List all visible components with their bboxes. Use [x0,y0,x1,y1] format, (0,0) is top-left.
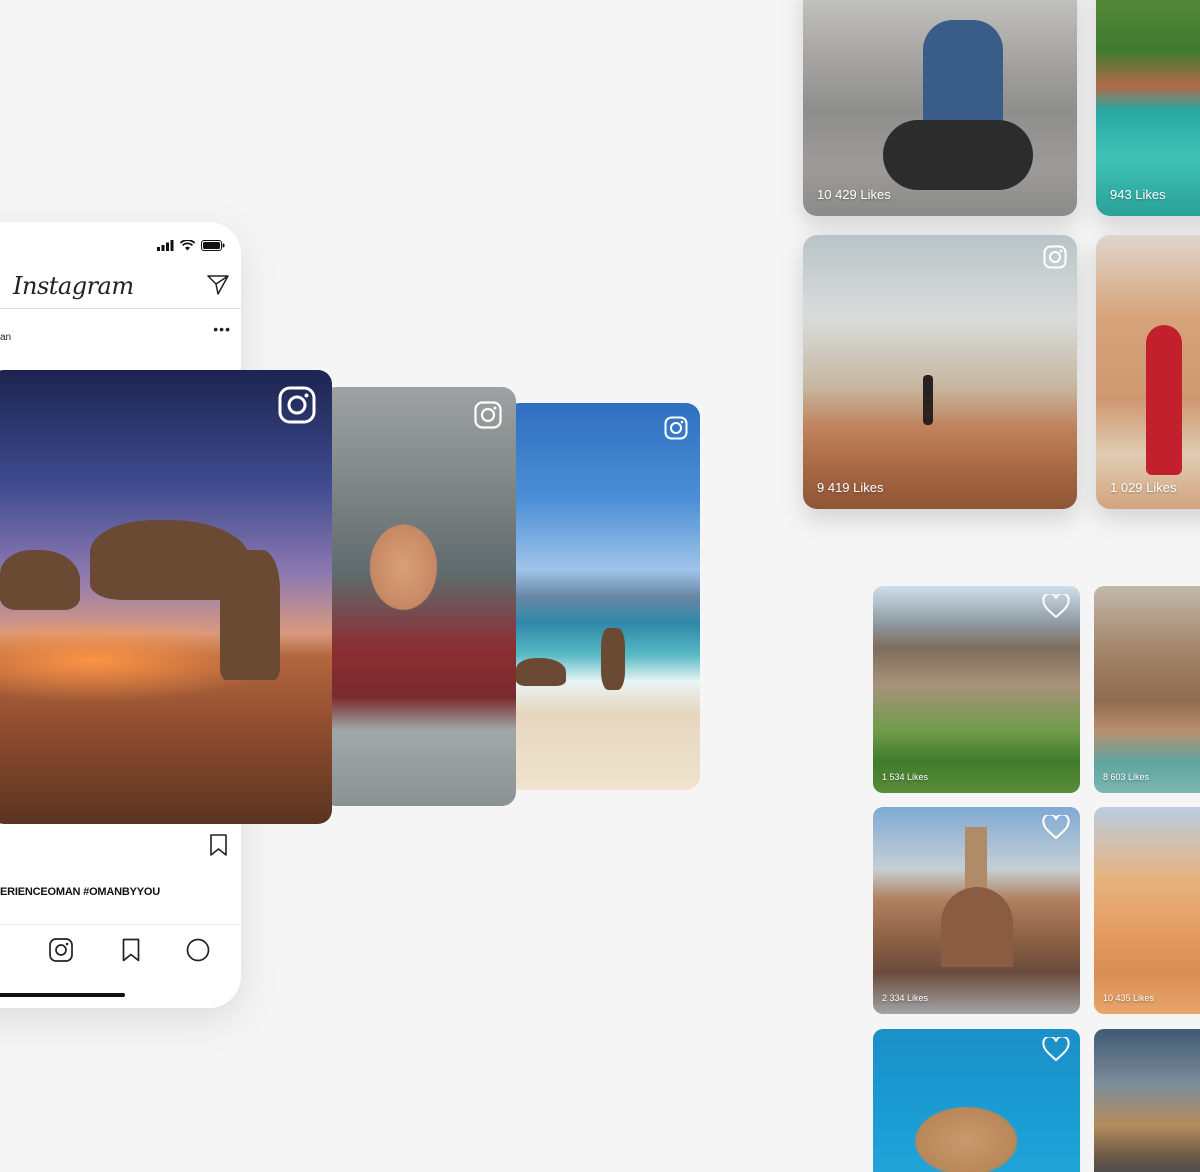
likes-count: 10 429 Likes [817,187,891,202]
camel-neck [220,550,280,680]
tile-canyon[interactable]: 8 603 Likes [1094,586,1200,793]
likes-count: 2 334 Likes [882,993,929,1003]
likes-count: 10 435 Likes [1103,993,1155,1003]
photo-camels-desert[interactable] [0,370,332,824]
tile-mosque[interactable]: 2 334 Likes [873,807,1080,1014]
likes-count: 8 603 Likes [1103,772,1150,782]
instagram-badge-icon [1043,245,1067,269]
tile-pool[interactable]: 943 Likes [1096,0,1200,216]
post-caption: ERIENCEOMAN #OMANBYYOU [0,886,161,898]
tile-coast[interactable] [1094,1029,1200,1172]
tile-dune-walker[interactable]: 9 419 Likes [803,235,1077,509]
tile-mountain-village[interactable]: 1 534 Likes [873,586,1080,793]
header-divider [0,308,241,309]
home-icon[interactable] [0,938,2,962]
instagram-logo[interactable]: Instagram [13,272,134,300]
woman-silhouette [1146,325,1182,475]
likes-count: 1 029 Likes [1110,480,1177,495]
instagram-badge-icon [278,386,316,424]
camel-silhouette [0,550,80,610]
tile-camel-head[interactable] [873,1029,1080,1172]
status-bar [157,240,225,251]
camel-silhouette [601,628,625,690]
instagram-icon[interactable] [49,938,73,962]
instagram-badge-icon [474,401,502,429]
likes-count: 1 534 Likes [882,772,929,782]
heart-icon[interactable] [1042,815,1070,840]
photo-beach-camels[interactable] [506,403,700,790]
wifi-icon [180,240,195,251]
home-indicator [0,993,125,997]
heart-icon[interactable] [1042,594,1070,619]
likes-count: 9 419 Likes [817,480,884,495]
signal-icon [157,240,174,251]
tile-desert-walker[interactable]: 10 435 Likes [1094,807,1200,1014]
send-icon[interactable] [207,275,229,295]
profile-icon[interactable] [186,938,210,962]
walker-silhouette [923,375,933,425]
photo-girl-window[interactable] [322,387,516,806]
more-options-icon[interactable]: ••• [213,321,231,337]
post-username[interactable]: an [0,332,11,343]
heart-icon[interactable] [1042,1037,1070,1062]
bookmark-icon[interactable] [210,834,227,856]
bottom-nav [0,938,241,968]
nav-divider [0,924,241,925]
instagram-badge-icon [664,416,688,440]
arch-silhouette [941,887,1013,967]
motorcycle-silhouette [883,120,1033,190]
likes-count: 943 Likes [1110,187,1166,202]
tile-motorcycle[interactable]: 10 429 Likes [803,0,1077,216]
camel-silhouette [516,658,566,686]
bookmark-nav-icon[interactable] [122,938,140,962]
tile-woman-dunes[interactable]: 1 029 Likes [1096,235,1200,509]
battery-icon [201,240,225,251]
